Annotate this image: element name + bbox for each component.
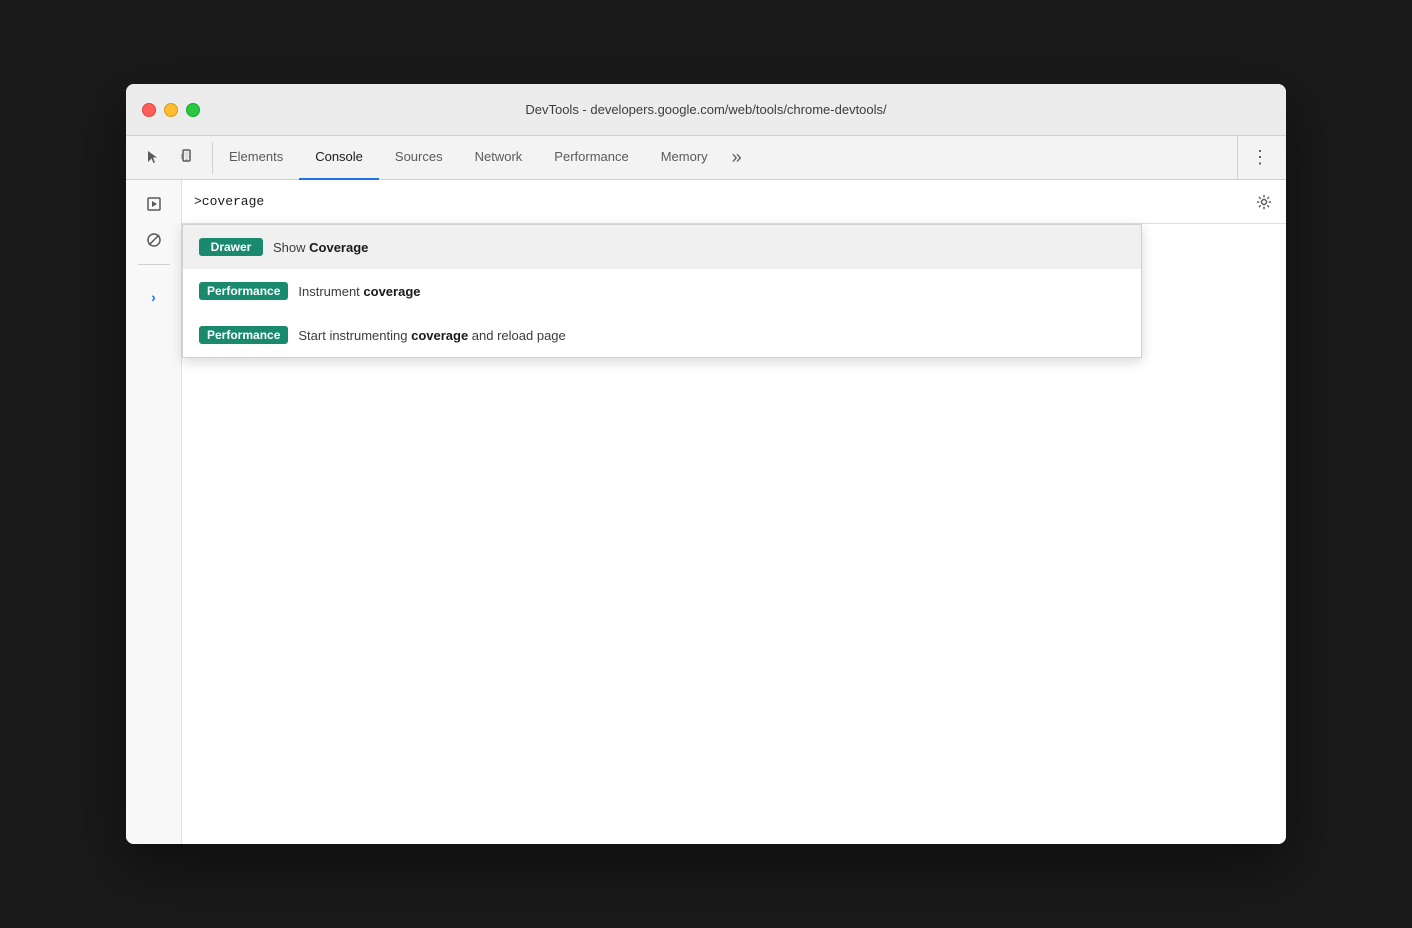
main-console: >coverage Drawer Show Coverage xyxy=(182,180,1286,844)
toolbar-left xyxy=(130,142,213,174)
minimize-button[interactable] xyxy=(164,103,178,117)
cursor-icon xyxy=(145,149,163,167)
device-toolbar-button[interactable] xyxy=(172,142,204,174)
tab-sources[interactable]: Sources xyxy=(379,136,459,180)
run-script-button[interactable] xyxy=(138,188,170,220)
device-icon xyxy=(179,149,197,167)
maximize-button[interactable] xyxy=(186,103,200,117)
autocomplete-text-instrument-coverage: Instrument coverage xyxy=(298,284,420,299)
more-options-button[interactable]: ⋮ xyxy=(1246,144,1274,172)
select-element-button[interactable] xyxy=(138,142,170,174)
tab-console[interactable]: Console xyxy=(299,136,379,180)
autocomplete-item-show-coverage[interactable]: Drawer Show Coverage xyxy=(183,225,1141,269)
sidebar-controls: › xyxy=(126,180,182,844)
close-button[interactable] xyxy=(142,103,156,117)
autocomplete-item-start-instrumenting[interactable]: Performance Start instrumenting coverage… xyxy=(183,313,1141,357)
clear-icon xyxy=(146,232,162,248)
devtools-window: DevTools - developers.google.com/web/too… xyxy=(126,84,1286,844)
console-area: › >coverage Drawer xyxy=(126,180,1286,844)
tab-performance[interactable]: Performance xyxy=(538,136,644,180)
console-input[interactable]: >coverage xyxy=(194,194,1274,209)
badge-performance-2: Performance xyxy=(199,326,288,344)
toolbar-right: ⋮ xyxy=(1237,136,1282,179)
console-settings-button[interactable] xyxy=(1250,188,1278,216)
tab-elements[interactable]: Elements xyxy=(213,136,299,180)
window-title: DevTools - developers.google.com/web/too… xyxy=(525,102,886,117)
chevron-right-icon: › xyxy=(151,289,156,305)
title-bar: DevTools - developers.google.com/web/too… xyxy=(126,84,1286,136)
traffic-lights xyxy=(142,103,200,117)
tab-memory[interactable]: Memory xyxy=(645,136,724,180)
clear-console-button[interactable] xyxy=(138,224,170,256)
toolbar: Elements Console Sources Network Perform… xyxy=(126,136,1286,180)
autocomplete-dropdown: Drawer Show Coverage Performance Instrum… xyxy=(182,224,1142,358)
console-input-row: >coverage xyxy=(182,180,1286,224)
autocomplete-item-instrument-coverage[interactable]: Performance Instrument coverage xyxy=(183,269,1141,313)
badge-performance-1: Performance xyxy=(199,282,288,300)
autocomplete-text-start-instrumenting: Start instrumenting coverage and reload … xyxy=(298,328,565,343)
badge-drawer: Drawer xyxy=(199,238,263,256)
tab-network[interactable]: Network xyxy=(459,136,539,180)
tabs-area: Elements Console Sources Network Perform… xyxy=(213,136,1237,179)
gear-icon xyxy=(1256,194,1272,210)
autocomplete-text-show-coverage: Show Coverage xyxy=(273,240,368,255)
play-icon xyxy=(147,197,161,211)
tab-overflow-button[interactable]: » xyxy=(724,136,750,180)
expand-sidebar-button[interactable]: › xyxy=(138,281,170,313)
